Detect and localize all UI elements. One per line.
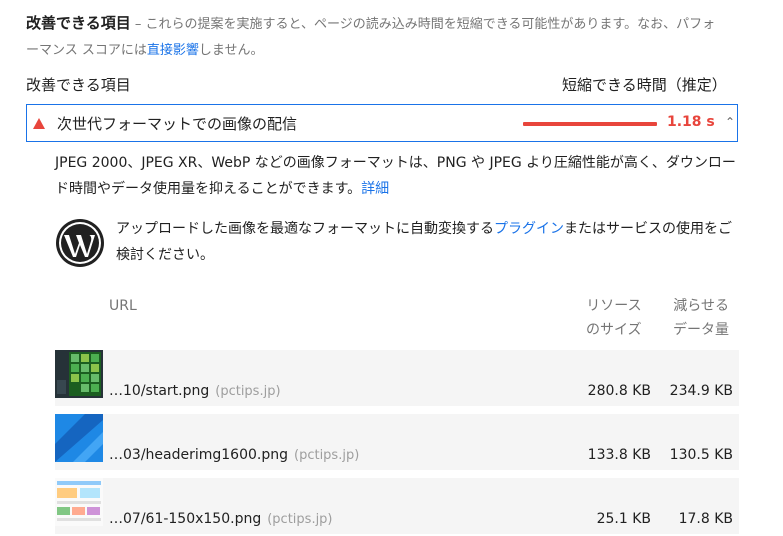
resource-url[interactable]: …03/headerimg1600.png (pctips.jp) — [109, 447, 359, 463]
direct-impact-link[interactable]: 直接影響 — [147, 43, 199, 58]
savings-value: 1.18 s — [667, 114, 715, 130]
table-header-url: URL — [109, 298, 137, 314]
learn-more-link[interactable]: 詳細 — [361, 181, 389, 197]
column-header-estimated-savings: 短縮できる時間（推定） — [562, 76, 727, 94]
image-thumbnail[interactable] — [55, 350, 103, 398]
audit-description: JPEG 2000、JPEG XR、WebP などの画像フォーマットは、PNG … — [55, 150, 745, 202]
plugin-link[interactable]: プラグイン — [494, 221, 564, 237]
table-row: …10/start.png (pctips.jp) 280.8 KB 234.9 … — [55, 350, 739, 406]
chevron-up-icon[interactable]: ⌃ — [725, 115, 735, 129]
table-header-potential-savings: 減らせる データ量 — [673, 294, 729, 342]
resource-size-line1: リソース — [586, 298, 642, 314]
potential-savings-line2: データ量 — [673, 322, 729, 338]
column-header-opportunity: 改善できる項目 — [26, 76, 131, 94]
potential-savings: 130.5 KB — [669, 447, 733, 463]
audit-row-next-gen-images[interactable]: 次世代フォーマットでの画像の配信 1.18 s ⌃ — [26, 104, 738, 142]
file-name: …10/start.png — [109, 383, 210, 399]
fail-triangle-icon — [33, 117, 45, 129]
wordpress-logo-icon — [56, 219, 104, 267]
resource-url[interactable]: …07/61-150x150.png (pctips.jp) — [109, 511, 333, 527]
image-thumbnail[interactable] — [55, 478, 103, 526]
table-row: …03/headerimg1600.png (pctips.jp) 133.8 K… — [55, 414, 739, 470]
table-header-resource-size: リソース のサイズ — [586, 294, 642, 342]
resource-size-line2: のサイズ — [586, 322, 642, 338]
potential-savings: 234.9 KB — [669, 383, 733, 399]
savings-bar — [523, 122, 657, 126]
description-tail: しません。 — [198, 43, 264, 58]
wordpress-tip: アップロードした画像を最適なフォーマットに自動変換するプラグインまたはサービスの… — [116, 216, 741, 268]
file-domain: (pctips.jp) — [215, 384, 281, 399]
file-domain: (pctips.jp) — [267, 512, 333, 527]
section-title: 改善できる項目 — [26, 14, 131, 32]
table-row: …07/61-150x150.png (pctips.jp) 25.1 KB 17… — [55, 478, 739, 534]
audit-description-text: JPEG 2000、JPEG XR、WebP などの画像フォーマットは、PNG … — [55, 155, 736, 197]
file-domain: (pctips.jp) — [294, 448, 360, 463]
resource-url[interactable]: …10/start.png (pctips.jp) — [109, 383, 281, 399]
section-description: 改善できる項目 – これらの提案を実施すると、ページの読み込み時間を短縮できる可… — [26, 10, 726, 64]
potential-savings: 17.8 KB — [678, 511, 733, 527]
image-thumbnail[interactable] — [55, 414, 103, 462]
audit-title: 次世代フォーマットでの画像の配信 — [57, 114, 298, 133]
wordpress-tip-text: アップロードした画像を最適なフォーマットに自動変換する — [116, 221, 494, 237]
file-name: …07/61-150x150.png — [109, 511, 262, 527]
potential-savings-line1: 減らせる — [673, 298, 729, 314]
file-name: …03/headerimg1600.png — [109, 447, 288, 463]
title-dash: – — [130, 17, 146, 32]
